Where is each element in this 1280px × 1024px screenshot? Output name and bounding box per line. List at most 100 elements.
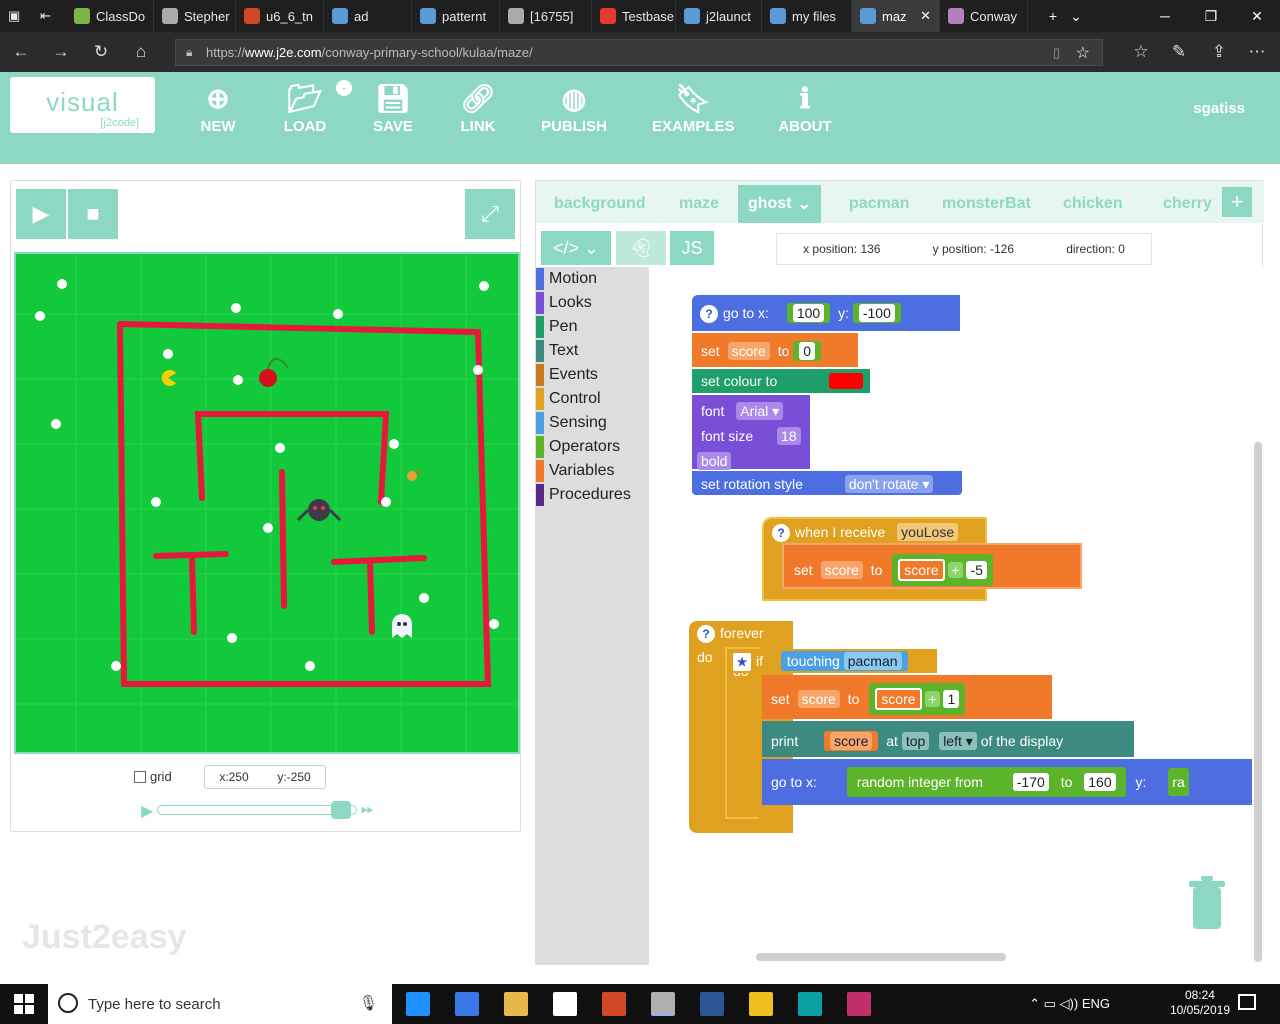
rotation-style-block[interactable]: set rotation style don't rotate ▾ [692,471,962,495]
goto-x-input[interactable]: 100 [792,304,825,322]
font-size-input[interactable]: 18 [777,427,801,445]
blocks-workspace[interactable]: ? go to x: 100 y: -100 set score to 0 set… [649,267,1263,965]
category-procedures[interactable]: Procedures [536,483,649,507]
category-variables[interactable]: Variables [536,459,649,483]
grid-toggle[interactable]: grid [134,769,172,784]
sprite-tab-monsterbat[interactable]: monsterBat [942,185,1031,223]
score-variable[interactable]: score [797,690,840,708]
slow-play-icon[interactable]: ▶ [141,801,153,821]
game-stage[interactable] [14,252,520,754]
message-dropdown[interactable]: youLose [897,523,959,541]
taskbar-search-input[interactable]: Type here to search 🎙︎ [48,984,392,1024]
browser-tab[interactable]: j2launct [676,0,762,32]
tab-actions-icon[interactable]: ▣ [0,0,32,32]
browser-tab[interactable]: patternt [412,0,500,32]
horizontal-position-dropdown[interactable]: left ▾ [939,732,977,750]
browser-tab[interactable]: Stepher [154,0,236,32]
category-operators[interactable]: Operators [536,435,649,459]
operator-dropdown[interactable]: + [925,691,940,707]
refresh-icon[interactable]: ↻ [88,40,114,64]
taskbar-app-icon[interactable] [406,992,430,1016]
category-motion[interactable]: Motion [536,267,649,291]
publish-button[interactable]: ◍ PUBLISH [540,82,608,135]
print-block[interactable]: print score at top left ▾ of the display [762,721,1134,757]
notifications-icon[interactable] [1238,994,1256,1010]
taskbar-app-icon[interactable] [651,992,675,1016]
browser-tab[interactable]: Testbase [592,0,676,32]
restore-icon[interactable]: ❐ [1188,0,1234,32]
browser-tab[interactable]: Conway [940,0,1028,32]
set-score-block[interactable]: set score to 0 [692,333,858,367]
load-dropdown-icon[interactable]: ⌄ [336,80,352,96]
sprite-tab-pacman[interactable]: pacman [849,185,909,223]
home-icon[interactable]: ⌂ [128,40,154,64]
help-icon[interactable]: ? [700,305,718,323]
taskbar-app-icon[interactable] [455,992,479,1016]
slider-thumb[interactable] [331,801,351,819]
username[interactable]: sgatiss [1193,100,1245,117]
save-button[interactable]: 💾︎ SAVE [370,82,416,135]
blocks-mode-button[interactable]: </> ⌄ [541,231,611,265]
change-score-block[interactable]: set score to score + -5 [782,543,1082,589]
set-aside-tabs-icon[interactable]: ⇤ [32,0,66,32]
reading-view-icon[interactable]: ▯ [1053,45,1060,61]
vertical-position-dropdown[interactable]: top [901,732,930,750]
add-sprite-button[interactable]: + [1222,187,1252,217]
goto-y-input[interactable]: -100 [858,304,895,322]
score-variable[interactable]: score [820,561,863,579]
category-control[interactable]: Control [536,387,649,411]
slider-track[interactable] [157,805,357,815]
share-icon[interactable]: ⇪ [1206,40,1232,64]
stop-button[interactable]: ■ [68,189,118,239]
category-pen[interactable]: Pen [536,315,649,339]
close-window-icon[interactable]: ✕ [1234,0,1280,32]
bold-toggle[interactable]: bold [697,452,732,470]
font-block[interactable]: font Arial ▾ font size 18 bold [692,395,810,470]
taskbar-app-icon[interactable] [847,992,871,1016]
url-input[interactable]: 🔒︎ https://www.j2e.com/conway-primary-sc… [175,39,1103,66]
fullscreen-button[interactable]: ⤢ [465,189,515,239]
goto-block[interactable]: ? go to x: 100 y: -100 [692,295,960,331]
sprite-tab-chicken[interactable]: chicken [1063,185,1123,223]
set-colour-block[interactable]: set colour to [692,369,870,393]
microphone-icon[interactable]: 🎙︎ [359,994,378,1012]
font-dropdown[interactable]: Arial ▾ [736,402,784,420]
touch-target-dropdown[interactable]: pacman [843,652,902,670]
js-mode-button[interactable]: JS [670,231,714,265]
score-init-input[interactable]: 0 [799,342,816,360]
help-icon[interactable]: ? [697,625,715,643]
taskbar-app-icon[interactable] [504,992,528,1016]
star-settings-icon[interactable]: ★ [733,653,751,671]
taskbar-app-icon[interactable] [700,992,724,1016]
costume-button[interactable]: 👻︎ [616,231,666,265]
about-button[interactable]: ℹ ABOUT [776,82,834,135]
category-events[interactable]: Events [536,363,649,387]
help-icon[interactable]: ? [772,524,790,542]
increment-score-block[interactable]: set score to score + 1 [762,675,1052,719]
horizontal-scrollbar[interactable] [756,953,1006,961]
sprite-tab-maze[interactable]: maze [679,185,719,223]
windows-start-icon[interactable] [14,994,34,1014]
random-y-reporter[interactable]: ra [1168,768,1189,796]
score-variable[interactable]: score [727,342,770,360]
colour-swatch[interactable] [829,373,863,389]
category-sensing[interactable]: Sensing [536,411,649,435]
browser-tab[interactable]: [16755] [500,0,592,32]
pen-icon[interactable]: ✎ [1166,40,1192,64]
new-button[interactable]: ⊕ NEW [198,82,238,135]
increment-amount-input[interactable]: 1 [943,690,960,708]
system-tray[interactable]: ⌃ ▭ ◁)) ENG 08:24 10/05/2019 [1029,988,1230,1018]
back-arrow-icon[interactable]: ← [8,40,34,64]
sprite-tab-ghost[interactable]: ghost ⌄ [738,185,821,223]
sprite-tab-background[interactable]: background [554,185,646,223]
random-max-input[interactable]: 160 [1084,773,1116,791]
rotation-dropdown[interactable]: don't rotate ▾ [844,475,934,493]
goto-random-block[interactable]: go to x: random integer from -170 to 160… [762,759,1252,805]
browser-tab[interactable]: ad [324,0,412,32]
sprite-tab-cherry[interactable]: cherry [1163,185,1212,223]
examples-button[interactable]: 🔖︎ EXAMPLES [652,82,735,135]
operator-dropdown[interactable]: + [948,562,963,578]
category-text[interactable]: Text [536,339,649,363]
taskbar-app-icon[interactable] [553,992,577,1016]
vertical-scrollbar[interactable] [1254,442,1262,962]
